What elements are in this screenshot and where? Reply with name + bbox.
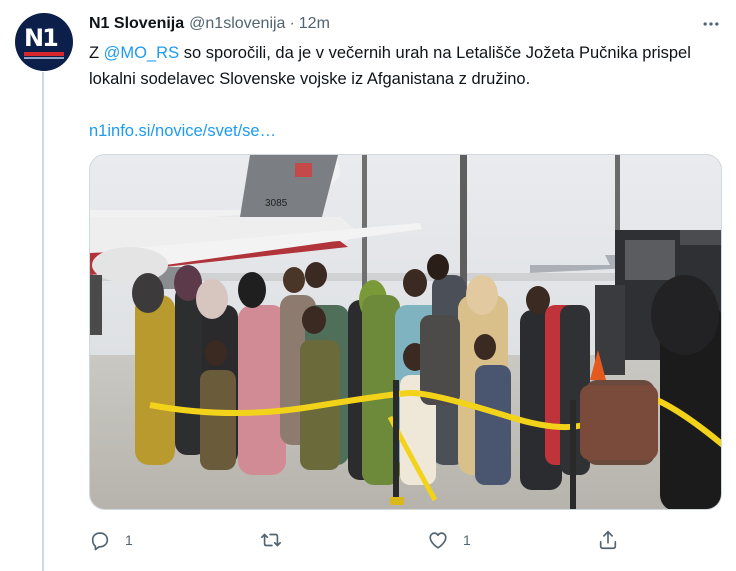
- tweet-photo[interactable]: 3085: [89, 154, 722, 510]
- share-button[interactable]: [597, 526, 619, 554]
- more-horizontal-icon: [703, 22, 719, 26]
- retweet-icon: [261, 533, 281, 547]
- heart-icon: [429, 532, 447, 549]
- avatar[interactable]: N1: [15, 13, 73, 71]
- evacuation-photo: 3085: [90, 155, 721, 509]
- share-icon: [599, 530, 617, 550]
- mention-link[interactable]: @MO_RS: [104, 44, 179, 62]
- retweet-button[interactable]: [260, 526, 282, 554]
- tweet-header: N1 Slovenija @n1slovenija · 12m: [89, 13, 330, 35]
- tweet-text-prefix: Z: [89, 44, 104, 62]
- thread-connector-line: [42, 72, 44, 571]
- logo-blue-stripe: [24, 57, 64, 59]
- tweet-text-body: so sporočili, da je v večernih urah na L…: [89, 44, 691, 88]
- timestamp[interactable]: 12m: [299, 15, 330, 33]
- reply-count: 1: [125, 532, 133, 548]
- article-link[interactable]: n1info.si/novice/svet/se…: [89, 118, 276, 144]
- separator-dot: ·: [289, 15, 295, 32]
- reply-icon: [91, 532, 109, 551]
- tweet-text: Z @MO_RS so sporočili, da je v večernih …: [89, 40, 714, 92]
- logo-red-stripe: [24, 52, 64, 56]
- avatar-logo-text: N1: [24, 24, 59, 52]
- reply-button[interactable]: 1: [89, 526, 133, 554]
- like-count: 1: [463, 532, 471, 548]
- like-button[interactable]: 1: [427, 526, 471, 554]
- n1-logo-icon: N1: [24, 22, 64, 62]
- more-options-button[interactable]: [700, 13, 722, 35]
- user-handle[interactable]: @n1slovenija: [189, 15, 285, 33]
- display-name[interactable]: N1 Slovenija: [89, 15, 184, 33]
- tail-number-text: 3085: [265, 198, 288, 209]
- tweet-actions: 1 1: [89, 526, 629, 554]
